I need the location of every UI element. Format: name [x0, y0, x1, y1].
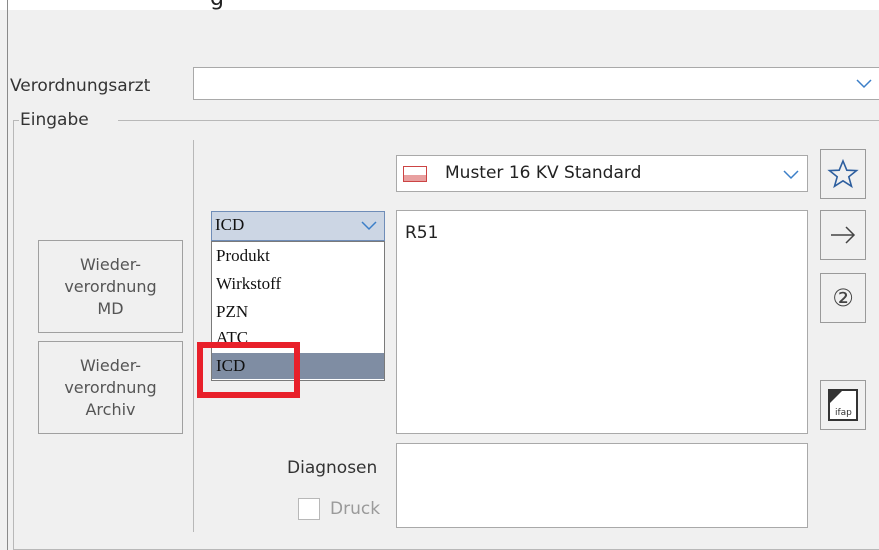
- search-input-value: R51: [405, 223, 439, 243]
- chevron-down-icon: [783, 170, 799, 180]
- favorite-button[interactable]: [820, 149, 866, 199]
- form-type-select[interactable]: Muster 16 KV Standard: [396, 155, 808, 192]
- star-icon: [827, 158, 859, 189]
- apply-button[interactable]: [820, 210, 866, 260]
- druck-label: Druck: [330, 499, 381, 519]
- eingabe-group-label: Eingabe: [20, 110, 89, 130]
- group-frame-left: [13, 120, 14, 550]
- wiederverordnung-md-label: Wieder- verordnung MD: [64, 254, 157, 318]
- window-left-border: [7, 0, 8, 550]
- second-option-button[interactable]: ②: [820, 273, 866, 323]
- flag-icon: [403, 166, 427, 182]
- dropdown-option-wirkstoff[interactable]: Wirkstoff: [212, 272, 384, 296]
- dropdown-option-pzn[interactable]: PZN: [212, 300, 384, 324]
- title-strip: g: [0, 0, 879, 10]
- search-input-area[interactable]: R51: [396, 210, 808, 434]
- verordnungsarzt-select[interactable]: [193, 67, 879, 100]
- highlight-box: [197, 342, 300, 398]
- ifap-button[interactable]: ifap: [820, 380, 866, 430]
- verordnungsarzt-label: Verordnungsarzt: [10, 76, 151, 96]
- wiederverordnung-archiv-label: Wieder- verordnung Archiv: [64, 355, 157, 419]
- circled-two-icon: ②: [832, 284, 854, 312]
- form-type-value: Muster 16 KV Standard: [445, 163, 642, 183]
- ifap-label: ifap: [835, 408, 852, 418]
- druck-checkbox[interactable]: [298, 498, 320, 520]
- arrow-right-icon: [831, 226, 856, 244]
- title-fragment: g: [210, 0, 224, 10]
- search-type-select[interactable]: ICD: [211, 211, 385, 241]
- search-type-value: ICD: [215, 215, 245, 234]
- chevron-down-icon: [361, 221, 377, 231]
- chevron-down-icon: [856, 79, 872, 89]
- wiederverordnung-archiv-button[interactable]: Wieder- verordnung Archiv: [38, 341, 183, 434]
- group-frame-top: [118, 120, 879, 121]
- ifap-icon: ifap: [828, 389, 858, 421]
- panel-divider: [193, 140, 194, 532]
- diagnosen-input[interactable]: [396, 443, 808, 528]
- wiederverordnung-md-button[interactable]: Wieder- verordnung MD: [38, 240, 183, 333]
- dropdown-option-produkt[interactable]: Produkt: [212, 244, 384, 268]
- diagnosen-label: Diagnosen: [287, 458, 378, 478]
